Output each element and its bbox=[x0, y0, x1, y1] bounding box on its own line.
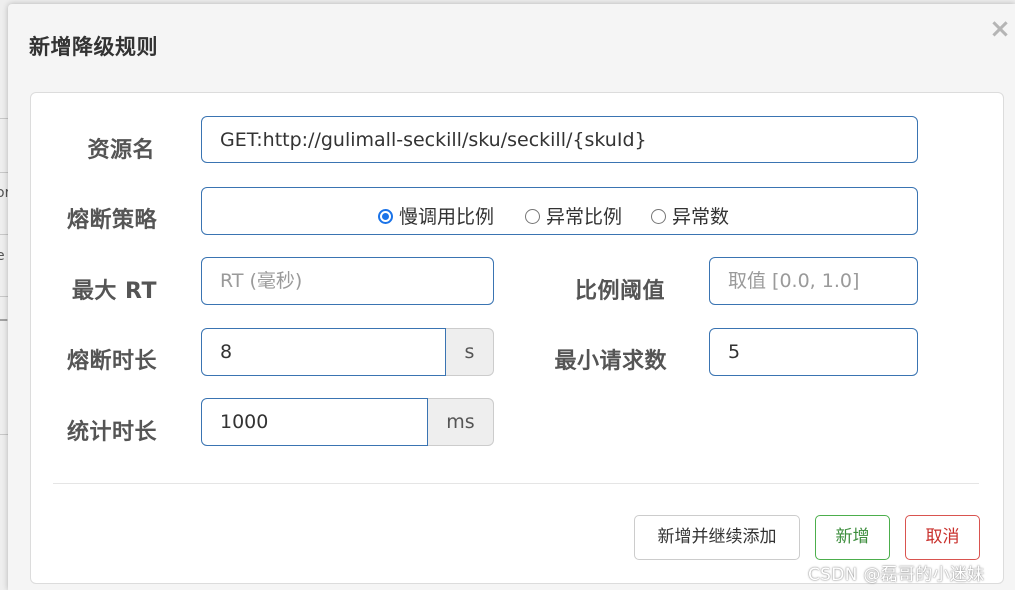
add-button[interactable]: 新增 bbox=[815, 515, 890, 560]
radio-label: 慢调用比例 bbox=[399, 206, 495, 228]
max-rt-input[interactable] bbox=[201, 257, 494, 305]
backdrop-divider bbox=[0, 118, 8, 119]
min-requests-input[interactable] bbox=[709, 328, 918, 376]
radio-error-count[interactable]: 异常数 bbox=[651, 202, 729, 229]
break-duration-label: 熔断时长 bbox=[66, 349, 157, 374]
stat-duration-input[interactable] bbox=[201, 398, 428, 446]
watermark: CSDN @磊哥的小迷妹 bbox=[808, 565, 985, 585]
backdrop-text: — bbox=[0, 312, 8, 328]
radio-error-ratio[interactable]: 异常比例 bbox=[525, 202, 622, 229]
close-icon[interactable]: × bbox=[988, 14, 1012, 44]
degrade-rule-dialog: 新增降级规则 × 资源名 熔断策略 慢调用比例 异常比例 异常数 最大 RT 比… bbox=[8, 4, 1015, 590]
stat-duration-unit: ms bbox=[428, 398, 494, 446]
strategy-label: 熔断策略 bbox=[66, 208, 157, 233]
radio-label: 异常比例 bbox=[546, 206, 623, 228]
dialog-title: 新增降级规则 bbox=[29, 35, 158, 59]
radio-checked-icon bbox=[378, 209, 393, 224]
backdrop-divider bbox=[0, 434, 8, 435]
resource-input[interactable] bbox=[201, 116, 918, 163]
form-panel: 资源名 熔断策略 慢调用比例 异常比例 异常数 最大 RT 比例阈值 熔断时长 … bbox=[30, 92, 1004, 584]
ratio-threshold-input[interactable] bbox=[709, 257, 918, 305]
break-duration-unit: s bbox=[446, 328, 494, 376]
cancel-button[interactable]: 取消 bbox=[905, 515, 980, 560]
footer-divider bbox=[53, 483, 979, 484]
backdrop-divider bbox=[0, 172, 8, 173]
backdrop-divider bbox=[0, 234, 8, 235]
add-and-continue-button[interactable]: 新增并继续添加 bbox=[634, 515, 800, 560]
radio-slow-ratio[interactable]: 慢调用比例 bbox=[378, 202, 494, 229]
resource-label: 资源名 bbox=[87, 138, 155, 163]
backdrop-divider bbox=[0, 296, 8, 297]
max-rt-label: 最大 RT bbox=[71, 279, 157, 304]
radio-unchecked-icon bbox=[525, 209, 540, 224]
strategy-radio-group: 慢调用比例 异常比例 异常数 bbox=[201, 187, 918, 235]
ratio-threshold-label: 比例阈值 bbox=[574, 279, 665, 304]
stat-duration-label: 统计时长 bbox=[66, 420, 157, 445]
radio-unchecked-icon bbox=[651, 209, 666, 224]
radio-label: 异常数 bbox=[672, 206, 730, 228]
break-duration-input[interactable] bbox=[201, 328, 446, 376]
backdrop-text: e bbox=[0, 248, 5, 264]
min-requests-label: 最小请求数 bbox=[554, 349, 667, 374]
